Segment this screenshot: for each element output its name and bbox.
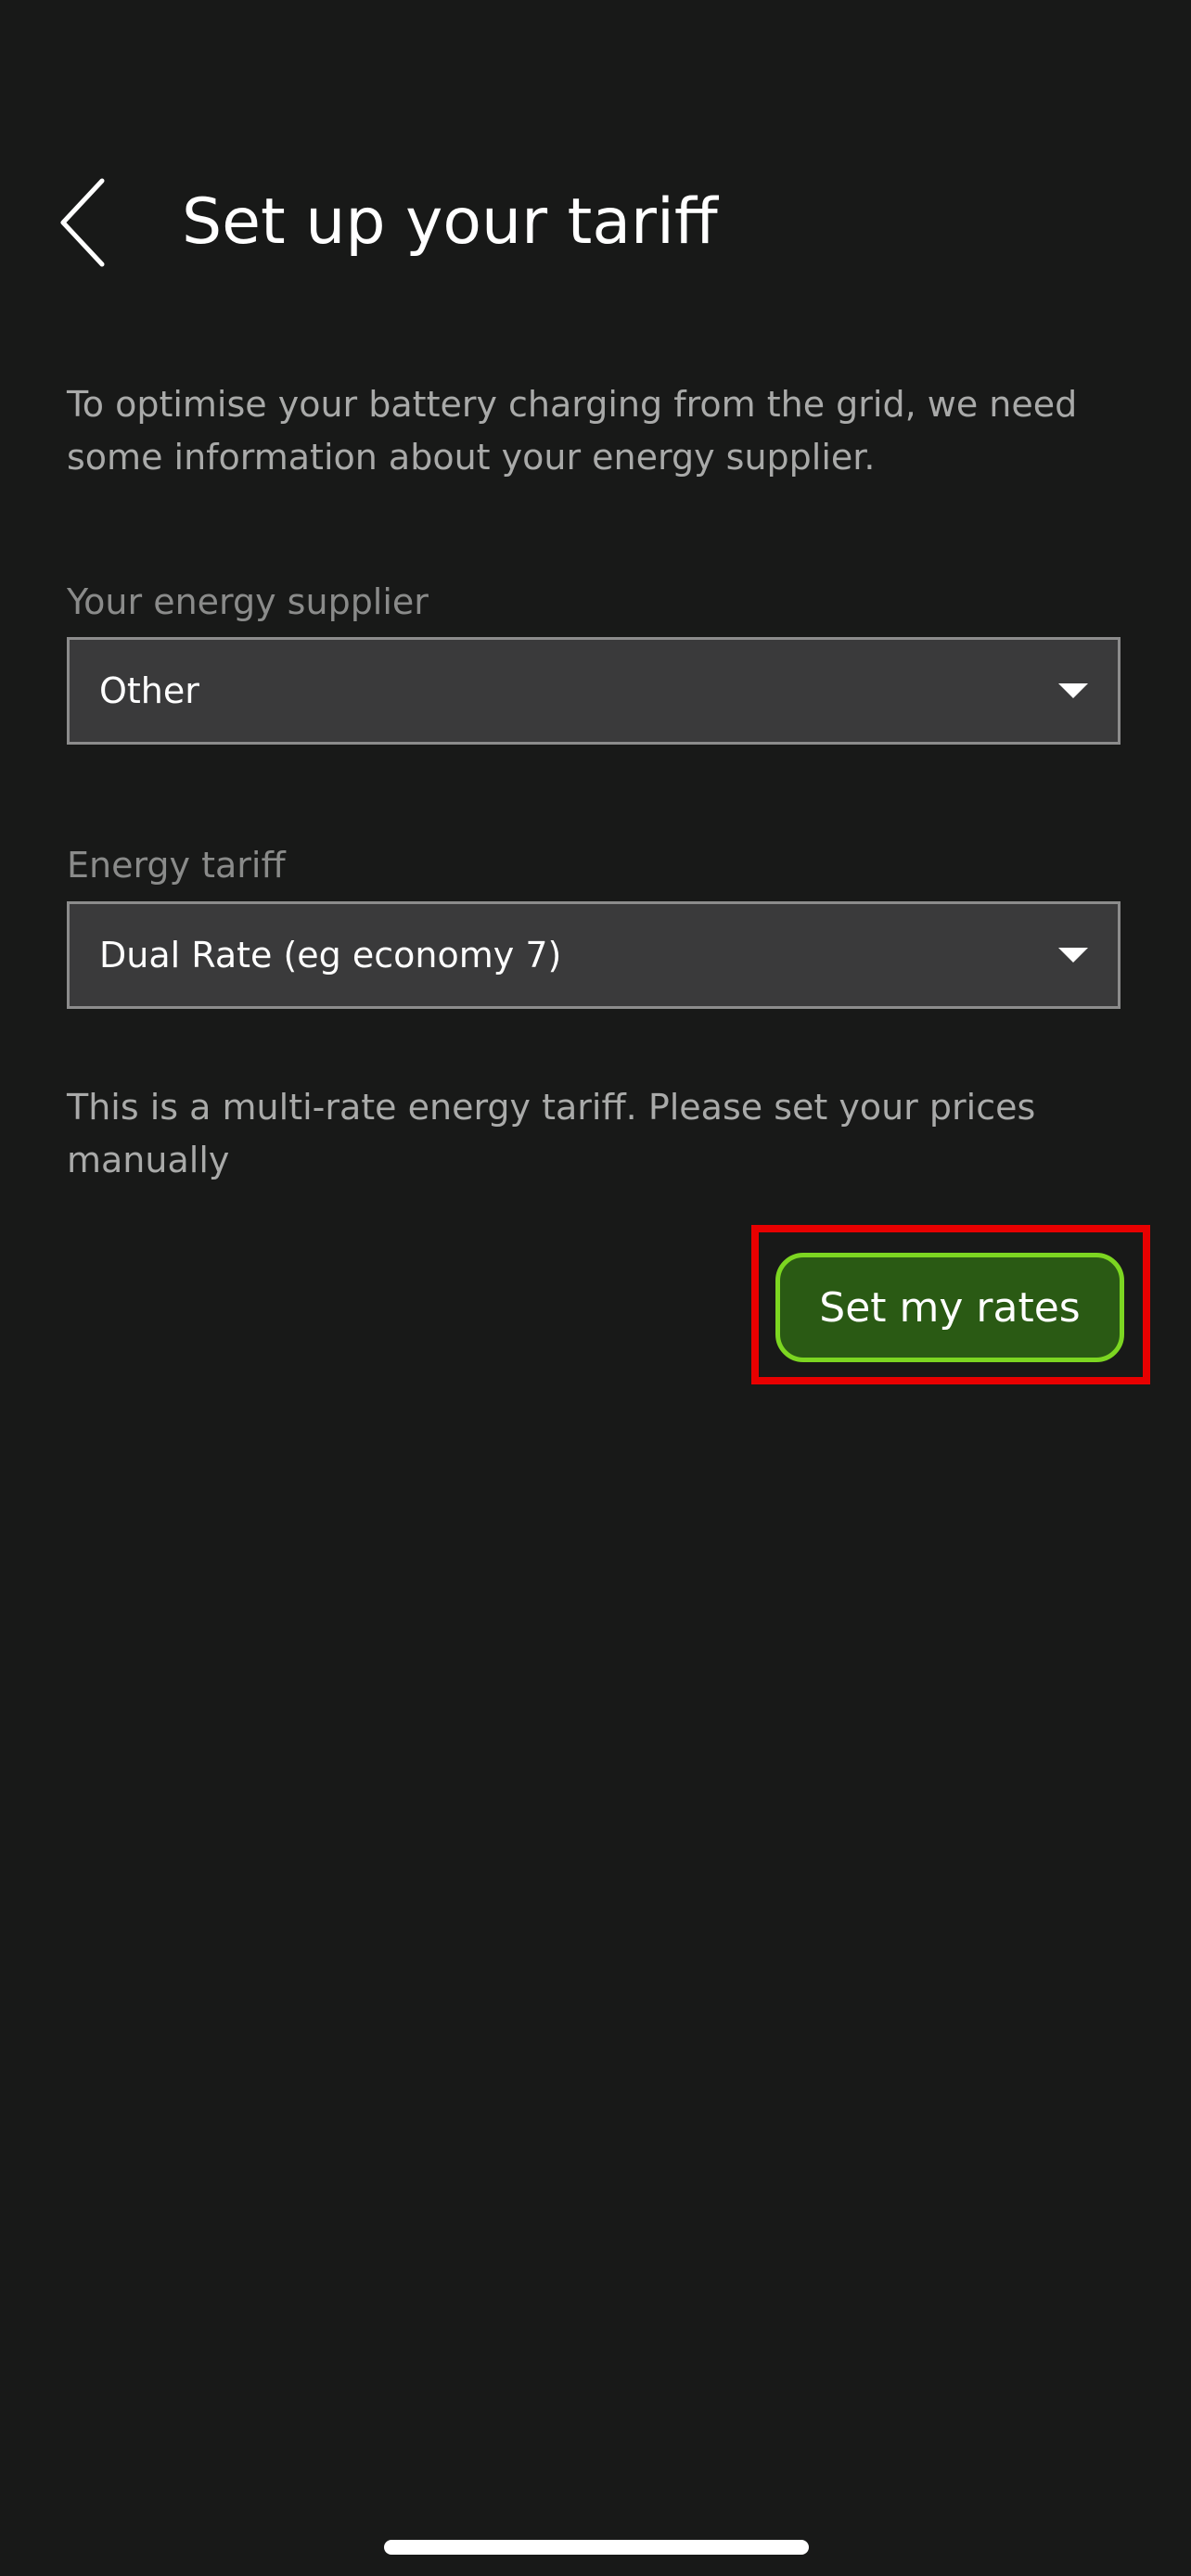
caret-down-icon [1058, 683, 1088, 698]
intro-text: To optimise your battery charging from t… [67, 384, 1078, 478]
tariff-select-value: Dual Rate (eg economy 7) [99, 935, 562, 976]
back-button[interactable] [56, 167, 130, 278]
set-my-rates-button[interactable]: Set my rates [775, 1253, 1124, 1362]
multi-rate-note: This is a multi-rate energy tariff. Plea… [67, 1087, 1036, 1180]
chevron-left-icon [56, 176, 111, 269]
home-indicator[interactable] [384, 2540, 809, 2555]
supplier-label: Your energy supplier [67, 581, 429, 622]
caret-down-icon [1058, 948, 1088, 963]
tariff-select[interactable]: Dual Rate (eg economy 7) [67, 901, 1121, 1009]
tariff-label: Energy tariff [67, 845, 286, 886]
supplier-select-value: Other [99, 670, 199, 711]
supplier-select[interactable]: Other [67, 637, 1121, 745]
page-title: Set up your tariff [182, 185, 718, 259]
